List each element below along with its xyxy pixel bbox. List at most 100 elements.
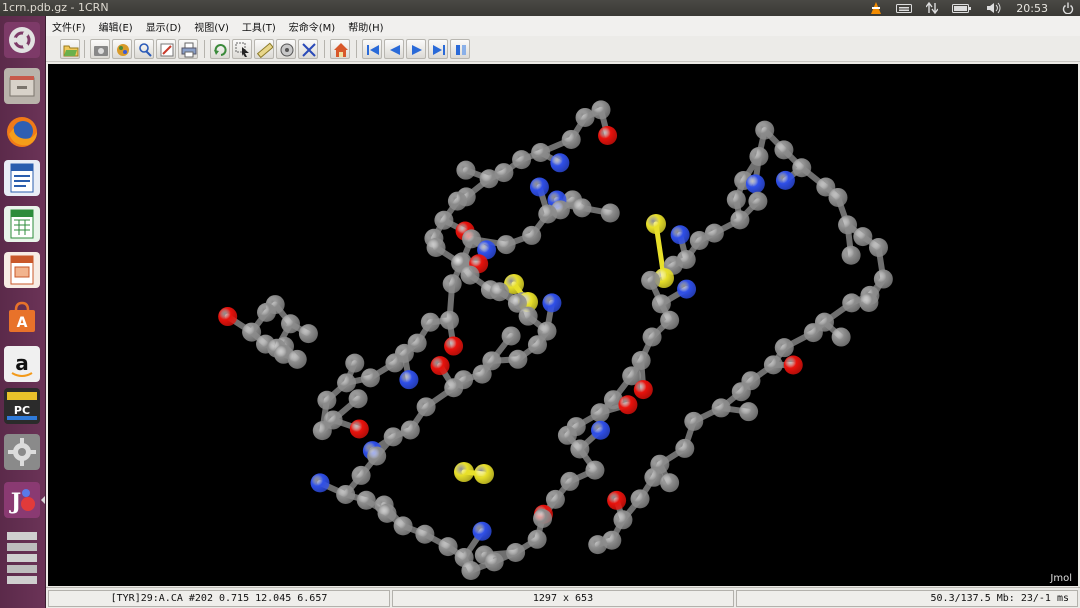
- amazon-icon[interactable]: a: [4, 346, 40, 382]
- molecule-render[interactable]: [48, 64, 1078, 586]
- carbon-atom[interactable]: [613, 510, 633, 530]
- carbon-atom[interactable]: [400, 420, 420, 440]
- play-button[interactable]: [406, 39, 426, 59]
- last-frame-button[interactable]: [450, 39, 470, 59]
- carbon-atom[interactable]: [518, 306, 538, 326]
- carbon-atom[interactable]: [739, 402, 759, 422]
- menu-display[interactable]: 显示(D): [146, 19, 182, 34]
- menu-file[interactable]: 文件(F): [52, 19, 86, 34]
- oxygen-atom[interactable]: [598, 126, 618, 146]
- nitrogen-atom[interactable]: [677, 279, 697, 299]
- carbon-atom[interactable]: [522, 225, 542, 245]
- carbon-atom[interactable]: [385, 353, 405, 373]
- carbon-atom[interactable]: [438, 537, 458, 557]
- carbon-atom[interactable]: [442, 274, 462, 294]
- carbon-atom[interactable]: [575, 107, 595, 127]
- carbon-atom[interactable]: [641, 270, 661, 290]
- carbon-atom[interactable]: [749, 147, 769, 167]
- nitrogen-atom[interactable]: [745, 174, 765, 194]
- network-icon[interactable]: [925, 1, 939, 15]
- oxygen-atom[interactable]: [218, 307, 238, 327]
- carbon-atom[interactable]: [312, 421, 332, 441]
- files-icon[interactable]: [4, 68, 40, 104]
- carbon-atom[interactable]: [447, 191, 467, 211]
- oxygen-atom[interactable]: [633, 380, 653, 400]
- carbon-atom[interactable]: [803, 323, 823, 343]
- home-button[interactable]: [330, 39, 350, 59]
- menu-macros[interactable]: 宏命令(M): [289, 19, 335, 34]
- carbon-atom[interactable]: [479, 169, 499, 189]
- carbon-atom[interactable]: [351, 465, 371, 485]
- measure-button[interactable]: [254, 39, 274, 59]
- carbon-atom[interactable]: [774, 140, 794, 160]
- carbon-atom[interactable]: [545, 489, 565, 509]
- next-frame-button[interactable]: [428, 39, 448, 59]
- carbon-atom[interactable]: [675, 438, 695, 458]
- nitrogen-atom[interactable]: [670, 225, 690, 245]
- vlc-icon[interactable]: [870, 2, 882, 14]
- carbon-atom[interactable]: [590, 403, 610, 423]
- carbon-atom[interactable]: [460, 265, 480, 285]
- carbon-atom[interactable]: [642, 327, 662, 347]
- carbon-atom[interactable]: [869, 238, 889, 258]
- nitrogen-atom[interactable]: [550, 153, 570, 173]
- axes-button[interactable]: [298, 39, 318, 59]
- screenshot-button[interactable]: [90, 39, 110, 59]
- carbon-atom[interactable]: [859, 293, 879, 313]
- carbon-atom[interactable]: [831, 327, 851, 347]
- oxygen-atom[interactable]: [430, 356, 450, 376]
- nitrogen-atom[interactable]: [399, 370, 419, 390]
- oxygen-atom[interactable]: [618, 395, 638, 415]
- writer-icon[interactable]: [4, 160, 40, 196]
- carbon-atom[interactable]: [420, 312, 440, 332]
- menu-view[interactable]: 视图(V): [194, 19, 229, 34]
- carbon-atom[interactable]: [281, 314, 301, 334]
- nitrogen-atom[interactable]: [472, 521, 492, 541]
- workspaces-icon[interactable]: [4, 530, 40, 584]
- carbon-atom[interactable]: [588, 535, 608, 555]
- carbon-atom[interactable]: [367, 446, 387, 466]
- previous-frame-button[interactable]: [384, 39, 404, 59]
- carbon-atom[interactable]: [360, 368, 380, 388]
- volume-icon[interactable]: [986, 2, 1002, 14]
- calc-icon[interactable]: [4, 206, 40, 242]
- carbon-atom[interactable]: [444, 378, 464, 398]
- script-button[interactable]: [112, 39, 132, 59]
- pcman-icon[interactable]: PC: [4, 388, 40, 424]
- open-button[interactable]: [60, 39, 80, 59]
- carbon-atom[interactable]: [792, 158, 812, 178]
- molecule-viewer[interactable]: Jmol: [48, 64, 1078, 586]
- sulfur-atom[interactable]: [454, 462, 474, 482]
- carbon-atom[interactable]: [572, 198, 592, 218]
- carbon-atom[interactable]: [774, 338, 794, 358]
- carbon-atom[interactable]: [336, 484, 356, 504]
- carbon-atom[interactable]: [684, 411, 704, 431]
- nitrogen-atom[interactable]: [591, 420, 611, 440]
- clock[interactable]: 20:53: [1016, 2, 1048, 15]
- oxygen-atom[interactable]: [444, 336, 464, 356]
- carbon-atom[interactable]: [298, 324, 318, 344]
- carbon-atom[interactable]: [501, 326, 521, 346]
- carbon-atom[interactable]: [600, 203, 620, 223]
- carbon-atom[interactable]: [763, 355, 783, 375]
- oxygen-atom[interactable]: [783, 355, 803, 375]
- rotate-button[interactable]: [210, 39, 230, 59]
- menu-edit[interactable]: 编辑(E): [99, 19, 133, 34]
- carbon-atom[interactable]: [828, 187, 848, 207]
- settings-icon[interactable]: [4, 434, 40, 470]
- nitrogen-atom[interactable]: [310, 473, 330, 493]
- jmol-icon[interactable]: J: [4, 482, 40, 518]
- carbon-atom[interactable]: [383, 427, 403, 447]
- carbon-atom[interactable]: [472, 364, 492, 384]
- carbon-atom[interactable]: [484, 552, 504, 572]
- carbon-atom[interactable]: [512, 150, 532, 170]
- carbon-atom[interactable]: [356, 490, 376, 510]
- carbon-atom[interactable]: [570, 439, 590, 459]
- search-button[interactable]: [134, 39, 154, 59]
- carbon-atom[interactable]: [287, 349, 307, 369]
- sulfur-atom[interactable]: [474, 464, 494, 484]
- carbon-atom[interactable]: [257, 302, 277, 322]
- carbon-atom[interactable]: [426, 238, 446, 258]
- menu-tools[interactable]: 工具(T): [242, 19, 276, 34]
- carbon-atom[interactable]: [416, 397, 436, 417]
